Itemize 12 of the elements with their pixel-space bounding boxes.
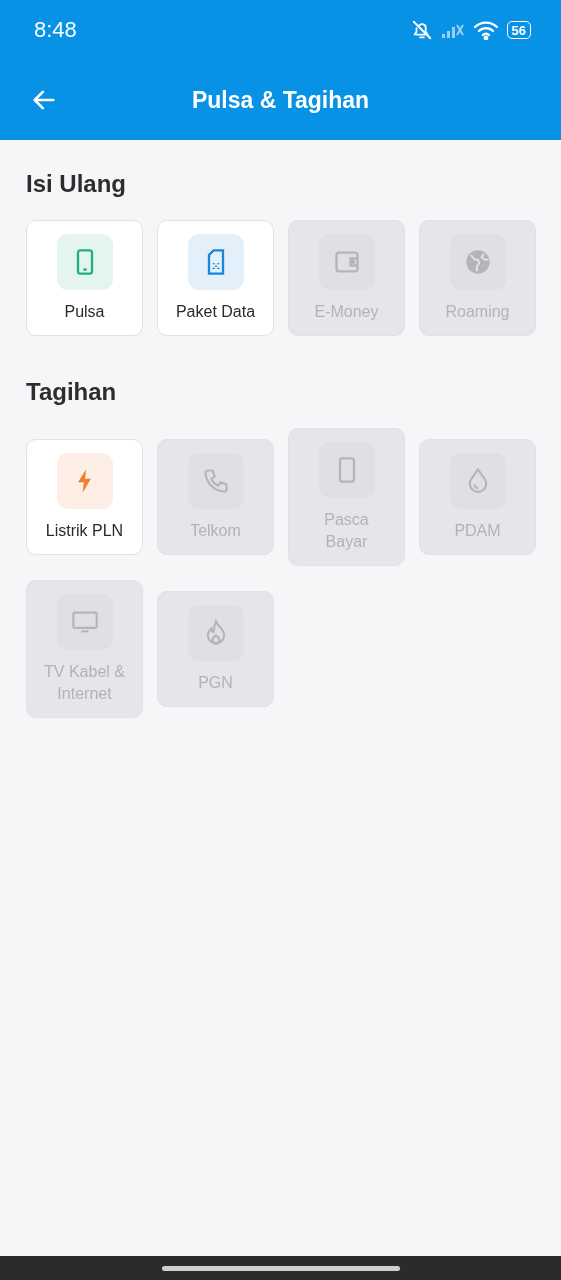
service-tile[interactable]: Listrik PLN [26,439,143,555]
page-title: Pulsa & Tagihan [191,86,370,114]
bell-off-icon [410,19,433,41]
section-heading: Isi Ulang [26,170,128,198]
section-heading: Tagihan [26,378,118,406]
globe-icon [463,248,492,276]
home-indicator[interactable] [161,1265,400,1271]
battery-icon: 56 [506,21,531,39]
status-time: 8:48 [34,17,77,43]
service-tile[interactable]: Paket Data [157,220,274,336]
wifi-icon [472,20,499,40]
service-tile[interactable]: Pulsa [26,220,143,336]
